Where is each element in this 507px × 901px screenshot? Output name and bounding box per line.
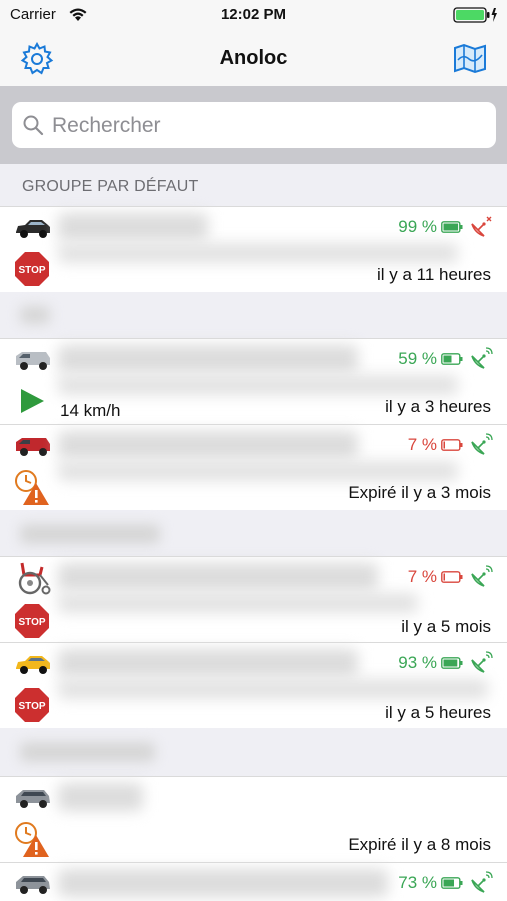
search-bar-container: Rechercher (0, 86, 507, 164)
stop-icon: STOP (15, 604, 49, 638)
vehicle-row[interactable]: 7 % Expiré il y a 3 mois (0, 424, 507, 511)
vehicle-name-redacted (58, 783, 143, 811)
group-header (0, 510, 507, 556)
group-header: GROUPE PAR DÉFAUT (0, 164, 507, 206)
minivan-icon (16, 876, 50, 894)
svg-text:STOP: STOP (18, 617, 45, 628)
vehicle-row[interactable]: STOP 7 % il y a 5 mois (0, 556, 507, 643)
battery-charging-icon (453, 7, 497, 23)
stop-icon: STOP (15, 688, 49, 722)
vehicle-address-redacted (58, 461, 458, 481)
battery-percent: 59 % (398, 349, 437, 368)
search-icon (23, 115, 44, 136)
group-label: GROUPE PAR DÉFAUT (22, 178, 199, 195)
expired-warning-icon (15, 822, 49, 857)
vehicle-row[interactable]: 73 % (0, 862, 507, 901)
vehicle-row[interactable]: 59 % 14 km/h il y a 3 heures (0, 338, 507, 425)
vehicle-row[interactable]: STOP 99 % il y a 11 heures (0, 206, 507, 293)
last-update: il y a 5 heures (385, 703, 491, 722)
battery-half-icon (441, 353, 463, 365)
group-header (0, 292, 507, 338)
battery-percent: 99 % (398, 217, 437, 236)
group-header (0, 728, 507, 776)
vehicle-row[interactable]: STOP 93 % il y a 5 heures (0, 642, 507, 729)
satellite-icon (471, 433, 493, 455)
battery-percent: 7 % (407, 435, 437, 454)
battery-low-icon (441, 571, 463, 583)
status-bar: Carrier 12:02 PM (0, 0, 507, 30)
van-icon (16, 352, 50, 370)
clock: 12:02 PM (220, 6, 287, 23)
vehicle-name-redacted (58, 563, 378, 591)
last-update: Expiré il y a 8 mois (348, 835, 491, 854)
last-update: il y a 5 mois (401, 617, 491, 636)
svg-text:STOP: STOP (18, 265, 45, 276)
play-icon (21, 389, 44, 413)
last-update: il y a 3 heures (385, 397, 491, 416)
satellite-icon (471, 565, 493, 587)
minivan-icon (16, 790, 50, 808)
vehicle-name-redacted (58, 213, 208, 241)
vehicle-row[interactable]: Expiré il y a 8 mois (0, 776, 507, 863)
vehicle-speed: 14 km/h (60, 401, 121, 420)
svg-text:STOP: STOP (18, 701, 45, 712)
wheelchair-icon (18, 562, 51, 595)
vehicle-name-redacted (58, 649, 358, 677)
satellite-icon (471, 347, 493, 369)
group-label-redacted (20, 306, 50, 324)
navigation-bar: Anoloc (0, 30, 507, 86)
van-icon (16, 438, 50, 456)
last-update: Expiré il y a 3 mois (348, 483, 491, 502)
vehicle-address-redacted (58, 679, 488, 699)
search-placeholder: Rechercher (52, 114, 161, 137)
group-label-redacted (20, 524, 160, 544)
vehicle-name-redacted (58, 869, 388, 897)
expired-warning-icon (15, 470, 49, 505)
battery-percent: 73 % (398, 873, 437, 892)
car-icon (16, 220, 50, 238)
satellite-icon (471, 651, 493, 673)
vehicle-address-redacted (58, 243, 458, 263)
stop-icon: STOP (15, 252, 49, 286)
battery-percent: 93 % (398, 653, 437, 672)
group-label-redacted (20, 742, 155, 762)
satellite-icon (471, 871, 493, 893)
vehicle-address-redacted (58, 593, 418, 613)
battery-full-icon (441, 657, 463, 669)
search-input[interactable]: Rechercher (12, 102, 496, 148)
battery-low-icon (441, 439, 463, 451)
battery-percent: 7 % (407, 567, 437, 586)
page-title: Anoloc (219, 47, 288, 69)
battery-half-icon (441, 877, 463, 889)
car-icon (16, 656, 50, 674)
vehicle-name-redacted (58, 345, 358, 373)
vehicle-name-redacted (58, 431, 358, 459)
map-icon[interactable] (453, 42, 487, 74)
satellite-off-icon (471, 216, 492, 237)
battery-full-icon (441, 221, 463, 233)
vehicle-address-redacted (58, 375, 458, 395)
last-update: il y a 11 heures (376, 265, 491, 284)
